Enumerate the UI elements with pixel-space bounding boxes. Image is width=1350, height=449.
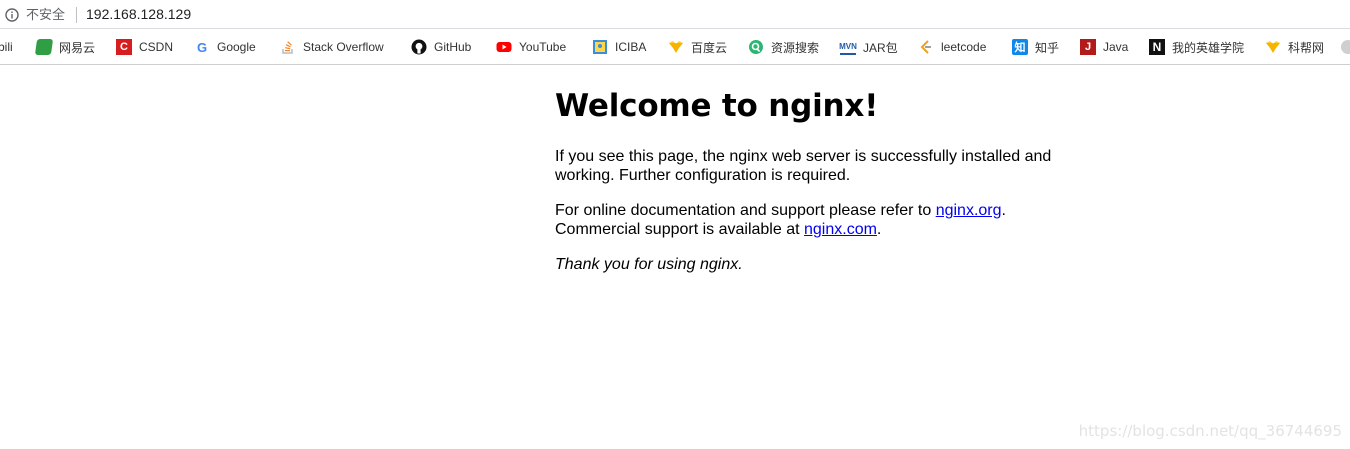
nginx-org-link[interactable]: nginx.org [936,202,1002,219]
bookmark-label: Java [1103,40,1129,54]
support-text: For online documentation and support ple… [555,202,936,219]
youtube-icon [496,42,512,52]
security-label[interactable]: 不安全 [26,7,65,23]
bookmark-label: 知乎 [1035,40,1060,55]
bookmark-label: leetcode [941,40,987,54]
address-divider [76,7,77,23]
leetcode-icon [920,40,931,54]
bookmark-label: Google [217,40,256,54]
info-icon[interactable] [5,8,19,22]
thank-you-message: Thank you for using nginx. [555,256,743,273]
install-message: If you see this page, the nginx web serv… [555,148,1052,184]
bookmark-label: CSDN [139,40,174,54]
bookmark-zhihu[interactable]: 知 知乎 [1012,38,1059,56]
globe-icon [1341,40,1350,54]
address-bar[interactable]: 不安全 192.168.128.129 [0,0,1350,29]
support-period: . [1001,202,1006,219]
bookmark-label: 百度云 [691,40,728,55]
commercial-period: . [876,221,882,238]
bookmark-iciba[interactable]: ICIBA [592,38,646,56]
bookmark-netease[interactable]: 网易云 [34,38,96,56]
bookmark-csdn[interactable]: C CSDN [116,38,173,56]
google-icon: G [196,39,208,55]
bookmark-label: YouTube [519,40,567,54]
search-resource-icon [749,40,763,54]
bookmark-label: Stack Overflow [303,40,384,54]
bookmarks-bar: bili 网易云 C CSDN G Google Stack Overflow … [0,29,1350,65]
bookmark-label: 科帮网 [1288,40,1325,55]
bookmark-label: 网易云 [59,40,96,55]
bookmark-label: 我的英雄学院 [1172,40,1245,55]
bookmark-hero-academia[interactable]: N 我的英雄学院 [1149,38,1244,56]
java-icon: J [1080,39,1096,55]
github-icon [411,39,427,55]
notion-icon: N [1149,39,1165,55]
bookmark-java[interactable]: J Java [1080,38,1128,56]
bookmark-more[interactable] [1340,38,1350,56]
bookmark-bilibili[interactable]: bili [0,38,13,56]
baiduyun-icon [669,41,683,53]
page-title: Welcome to nginx! [555,88,879,124]
bookmark-label: ICIBA [615,40,647,54]
bookmark-baiduyun[interactable]: 百度云 [668,38,727,56]
iciba-icon [593,40,607,54]
csdn-icon: C [116,39,132,55]
bookmark-label: 资源搜索 [771,40,820,55]
bookmark-jar[interactable]: MVN JAR包 [839,38,898,56]
stackoverflow-icon [282,41,293,54]
kebang-icon [1266,41,1280,53]
bookmark-google[interactable]: G Google [194,38,256,56]
url-text[interactable]: 192.168.128.129 [86,6,191,23]
bookmark-label: bili [0,40,13,54]
watermark: https://blog.csdn.net/qq_36744695 [1078,422,1342,440]
netease-icon [34,39,54,55]
page-content: Welcome to nginx! If you see this page, … [555,87,1075,274]
bookmark-youtube[interactable]: YouTube [496,38,566,56]
commercial-text: Commercial support is available at [555,221,804,238]
bookmark-label: GitHub [434,40,472,54]
bookmark-resource-search[interactable]: 资源搜索 [748,38,819,56]
maven-icon: MVN [839,39,857,55]
bookmark-kebang[interactable]: 科帮网 [1265,38,1324,56]
support-paragraph: For online documentation and support ple… [555,201,1075,239]
nginx-com-link[interactable]: nginx.com [804,221,877,238]
bookmark-stackoverflow[interactable]: Stack Overflow [280,38,384,56]
bookmark-label: JAR包 [863,40,898,55]
bookmark-leetcode[interactable]: leetcode [918,38,986,56]
bookmark-github[interactable]: GitHub [411,38,471,56]
zhihu-icon: 知 [1012,39,1028,55]
